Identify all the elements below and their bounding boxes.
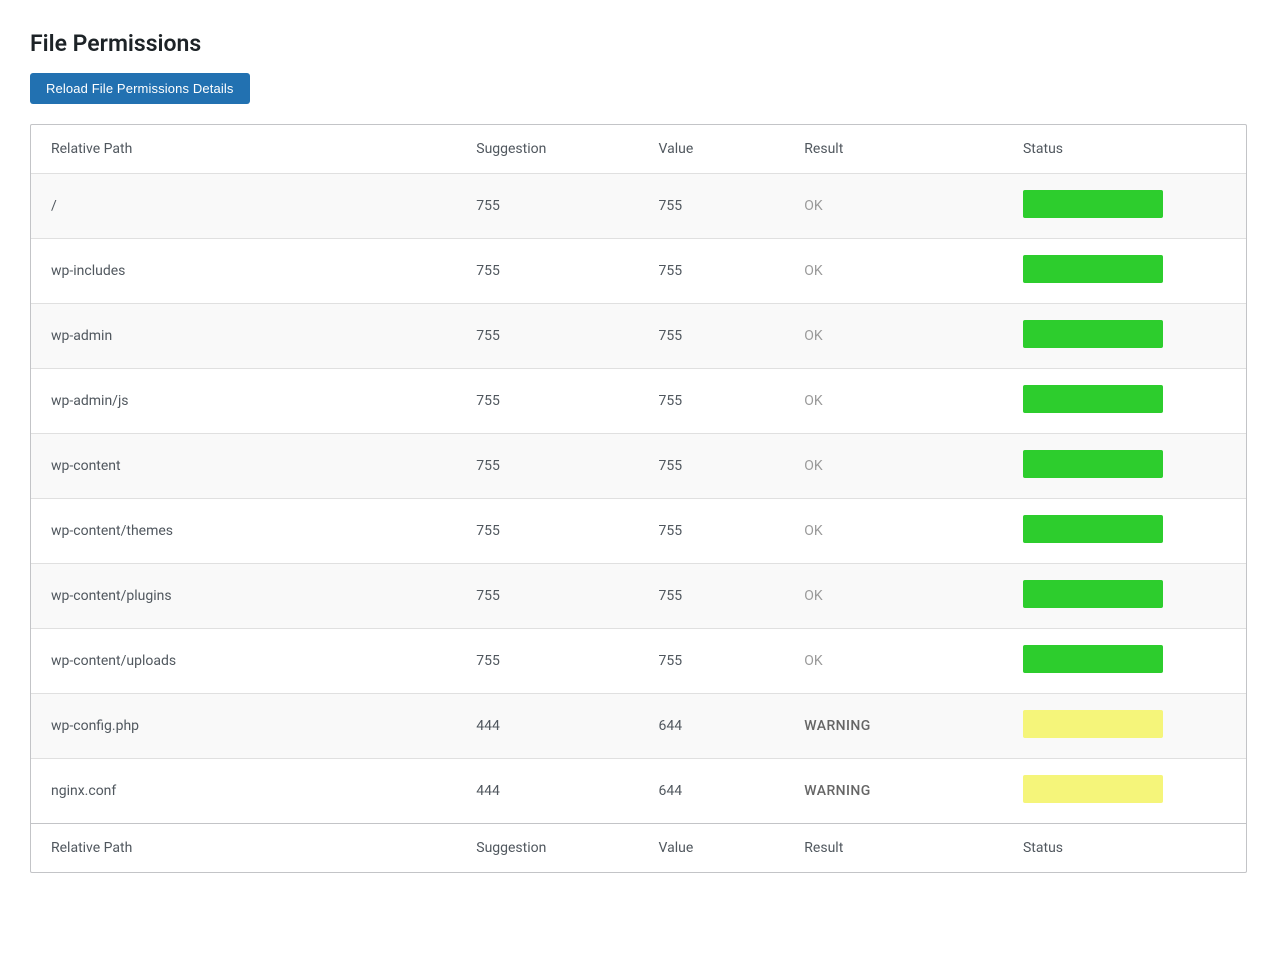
- table-row: wp-config.php444644WARNING: [31, 694, 1246, 759]
- footer-col-path: Relative Path: [31, 824, 456, 873]
- cell-value: 755: [639, 629, 785, 694]
- table-row: wp-admin/js755755OK: [31, 369, 1246, 434]
- cell-result: OK: [784, 499, 1003, 564]
- cell-status: [1003, 499, 1246, 564]
- cell-status: [1003, 629, 1246, 694]
- cell-result: OK: [784, 564, 1003, 629]
- status-badge: [1023, 515, 1163, 543]
- cell-suggestion: 444: [456, 694, 638, 759]
- cell-value: 644: [639, 694, 785, 759]
- footer-col-result: Result: [784, 824, 1003, 873]
- cell-value: 755: [639, 304, 785, 369]
- cell-path: wp-content/plugins: [31, 564, 456, 629]
- cell-suggestion: 755: [456, 304, 638, 369]
- cell-path: nginx.conf: [31, 759, 456, 824]
- status-badge: [1023, 255, 1163, 283]
- cell-value: 755: [639, 174, 785, 239]
- permissions-table: Relative Path Suggestion Value Result St…: [31, 125, 1246, 872]
- status-badge: [1023, 710, 1163, 738]
- cell-status: [1003, 369, 1246, 434]
- status-badge: [1023, 450, 1163, 478]
- cell-result: OK: [784, 239, 1003, 304]
- header-col-value: Value: [639, 125, 785, 174]
- permissions-table-container: Relative Path Suggestion Value Result St…: [30, 124, 1247, 873]
- table-row: wp-admin755755OK: [31, 304, 1246, 369]
- cell-status: [1003, 174, 1246, 239]
- cell-value: 755: [639, 239, 785, 304]
- status-badge: [1023, 190, 1163, 218]
- cell-result: OK: [784, 174, 1003, 239]
- footer-col-value: Value: [639, 824, 785, 873]
- cell-suggestion: 755: [456, 369, 638, 434]
- cell-result: OK: [784, 369, 1003, 434]
- cell-result: OK: [784, 629, 1003, 694]
- header-col-path: Relative Path: [31, 125, 456, 174]
- table-body: /755755OKwp-includes755755OKwp-admin7557…: [31, 174, 1246, 824]
- cell-value: 755: [639, 369, 785, 434]
- cell-status: [1003, 304, 1246, 369]
- table-footer-row: Relative Path Suggestion Value Result St…: [31, 824, 1246, 873]
- cell-suggestion: 444: [456, 759, 638, 824]
- cell-path: wp-admin: [31, 304, 456, 369]
- cell-status: [1003, 434, 1246, 499]
- table-row: nginx.conf444644WARNING: [31, 759, 1246, 824]
- cell-path: wp-includes: [31, 239, 456, 304]
- status-badge: [1023, 580, 1163, 608]
- cell-path: wp-admin/js: [31, 369, 456, 434]
- cell-result: WARNING: [784, 694, 1003, 759]
- cell-path: wp-content/uploads: [31, 629, 456, 694]
- status-badge: [1023, 645, 1163, 673]
- cell-suggestion: 755: [456, 564, 638, 629]
- status-badge: [1023, 320, 1163, 348]
- table-row: wp-content/uploads755755OK: [31, 629, 1246, 694]
- cell-suggestion: 755: [456, 499, 638, 564]
- cell-result: WARNING: [784, 759, 1003, 824]
- cell-status: [1003, 694, 1246, 759]
- footer-col-status: Status: [1003, 824, 1246, 873]
- table-row: wp-content/themes755755OK: [31, 499, 1246, 564]
- cell-suggestion: 755: [456, 434, 638, 499]
- footer-col-suggestion: Suggestion: [456, 824, 638, 873]
- cell-path: wp-content/themes: [31, 499, 456, 564]
- cell-status: [1003, 759, 1246, 824]
- cell-value: 755: [639, 499, 785, 564]
- header-col-status: Status: [1003, 125, 1246, 174]
- cell-suggestion: 755: [456, 239, 638, 304]
- status-badge: [1023, 385, 1163, 413]
- cell-path: wp-config.php: [31, 694, 456, 759]
- cell-suggestion: 755: [456, 174, 638, 239]
- table-row: wp-includes755755OK: [31, 239, 1246, 304]
- cell-status: [1003, 564, 1246, 629]
- cell-value: 755: [639, 434, 785, 499]
- cell-path: /: [31, 174, 456, 239]
- table-row: wp-content/plugins755755OK: [31, 564, 1246, 629]
- table-row: wp-content755755OK: [31, 434, 1246, 499]
- cell-result: OK: [784, 304, 1003, 369]
- cell-value: 644: [639, 759, 785, 824]
- page-title: File Permissions: [30, 30, 1247, 57]
- cell-suggestion: 755: [456, 629, 638, 694]
- status-badge: [1023, 775, 1163, 803]
- header-col-result: Result: [784, 125, 1003, 174]
- reload-button[interactable]: Reload File Permissions Details: [30, 73, 250, 104]
- table-row: /755755OK: [31, 174, 1246, 239]
- cell-value: 755: [639, 564, 785, 629]
- header-col-suggestion: Suggestion: [456, 125, 638, 174]
- cell-status: [1003, 239, 1246, 304]
- table-header-row: Relative Path Suggestion Value Result St…: [31, 125, 1246, 174]
- cell-result: OK: [784, 434, 1003, 499]
- cell-path: wp-content: [31, 434, 456, 499]
